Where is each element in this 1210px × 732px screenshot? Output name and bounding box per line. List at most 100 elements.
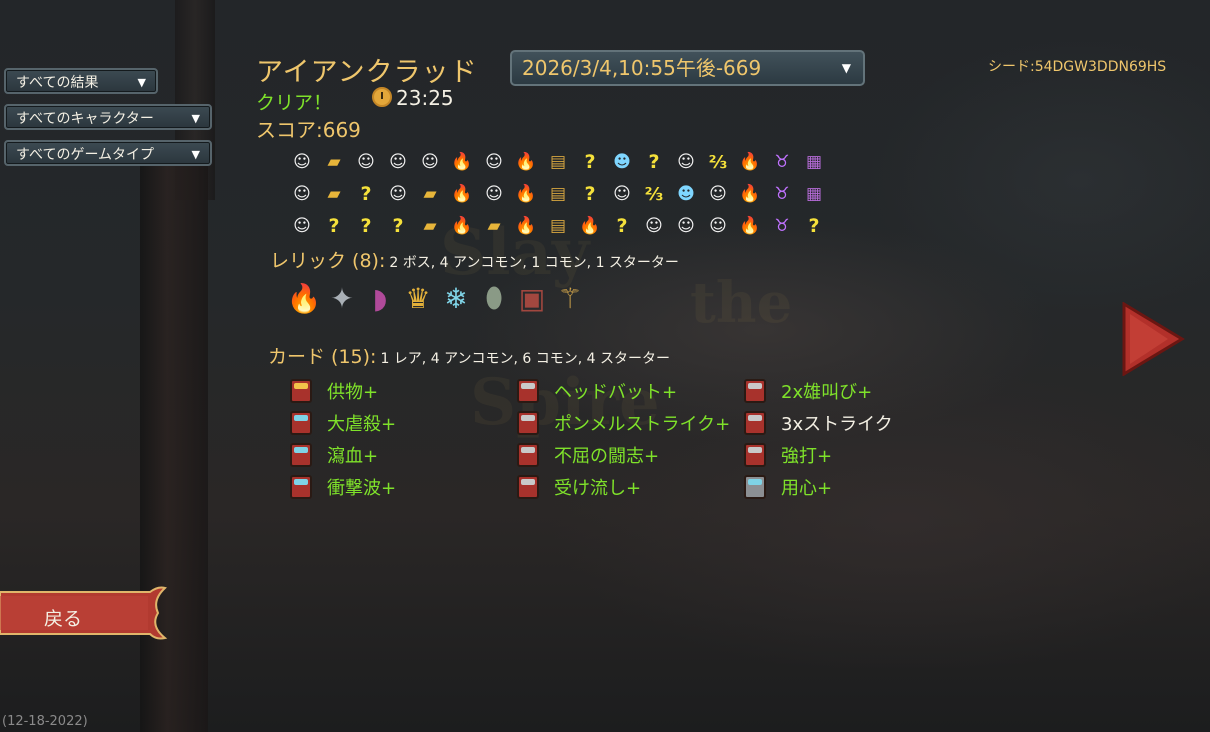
ornamental-fan-icon[interactable]: ◗	[364, 280, 396, 316]
card-entry[interactable]: 用心+	[744, 474, 832, 500]
map-node-monster-icon: ☺	[677, 152, 695, 172]
card-entry[interactable]: 大虐殺+	[290, 410, 396, 436]
card-icon	[290, 475, 312, 499]
map-node-boss-icon: ♉	[774, 152, 790, 172]
card-name: 大虐殺+	[327, 414, 397, 435]
card-icon	[517, 443, 539, 467]
egg-icon[interactable]: ⬮	[478, 280, 510, 316]
run-result: クリア！	[256, 92, 333, 114]
card-entry[interactable]: 強打+	[744, 442, 832, 468]
back-button-banner-icon	[0, 586, 168, 640]
card-name: ヘッドバット+	[554, 382, 678, 403]
cards-summary: 1 レア, 4 アンコモン, 6 コモン, 4 スターター	[380, 351, 671, 367]
map-node-question-icon: ?	[648, 151, 660, 173]
runic-cube-icon[interactable]: ▣	[516, 280, 548, 316]
map-node-monster-icon: ☺	[293, 184, 311, 204]
card-icon	[744, 411, 766, 435]
card-name: 衝撃波+	[327, 478, 397, 499]
chevron-down-icon: ▼	[191, 112, 200, 125]
card-icon	[744, 379, 766, 403]
card-name: 不屈の闘志+	[554, 446, 660, 467]
card-name: 受け流し+	[554, 478, 642, 499]
card-icon	[290, 379, 312, 403]
map-node-monster-icon: ☺	[677, 216, 695, 236]
card-entry[interactable]: 衝撃波+	[290, 474, 396, 500]
map-node-rest-icon: 🔥	[451, 184, 473, 204]
map-node-shop-icon: ▰	[487, 216, 501, 236]
map-node-bosschest-icon: ▦	[805, 184, 823, 204]
card-name: 用心+	[781, 478, 833, 499]
map-node-shop-icon: ▰	[423, 184, 437, 204]
shuriken-icon[interactable]: ✦	[326, 280, 358, 316]
run-select-dropdown[interactable]: 2026/3/4,10:55午後-669 ▼	[510, 50, 865, 86]
card-icon	[290, 443, 312, 467]
card-icon	[744, 475, 766, 499]
next-arrow-button[interactable]	[1120, 301, 1186, 380]
card-name: ポンメルストライク+	[554, 414, 731, 435]
filter-character-dropdown[interactable]: すべてのキャラクター ▼	[4, 104, 212, 130]
vajra-icon[interactable]: ⚚	[554, 280, 586, 316]
filter-result-dropdown[interactable]: すべての結果 ▼	[4, 68, 158, 94]
filter-gametype-label: すべてのゲームタイプ	[16, 147, 155, 163]
card-entry[interactable]: 供物+	[290, 378, 378, 404]
map-node-rest-icon: 🔥	[451, 152, 473, 172]
map-node-special-icon: ⅔	[708, 151, 728, 173]
crystal-icon[interactable]: ❄	[440, 280, 472, 316]
crown-icon[interactable]: ♛	[402, 280, 434, 316]
map-node-shop-icon: ▰	[327, 152, 341, 172]
run-select-value: 2026/3/4,10:55午後-669	[522, 56, 762, 80]
map-node-bosschest-icon: ▦	[805, 152, 823, 172]
card-name: 供物+	[327, 382, 379, 403]
card-icon	[517, 475, 539, 499]
map-node-treasure-icon: ▤	[549, 184, 567, 204]
card-icon	[517, 379, 539, 403]
burning-blood-icon[interactable]: 🔥	[287, 280, 322, 316]
map-node-boss-icon: ♉	[774, 216, 790, 236]
map-node-monster-icon: ☺	[613, 184, 631, 204]
map-node-question-icon: ?	[360, 215, 372, 237]
card-icon	[517, 411, 539, 435]
map-node-rest-icon: 🔥	[739, 184, 761, 204]
card-entry[interactable]: 2x雄叫び+	[744, 378, 872, 404]
map-node-rest-icon: 🔥	[515, 216, 537, 236]
back-button-label: 戻る	[44, 608, 83, 630]
map-node-treasure-icon: ▤	[549, 152, 567, 172]
card-icon	[290, 411, 312, 435]
map-node-monster-icon: ☺	[645, 216, 663, 236]
character-name: アイアンクラッド	[256, 57, 478, 88]
card-entry[interactable]: ヘッドバット+	[517, 378, 677, 404]
map-node-question-icon: ?	[808, 215, 820, 237]
relics-heading: レリック (8): 2 ボス, 4 アンコモン, 1 コモン, 1 スターター	[270, 246, 679, 273]
map-node-monster-icon: ☺	[709, 184, 727, 204]
card-entry[interactable]: ポンメルストライク+	[517, 410, 730, 436]
map-node-monster-icon: ☺	[293, 152, 311, 172]
map-node-elite-icon: ☻	[613, 152, 631, 172]
chevron-down-icon: ▼	[841, 61, 851, 75]
map-node-elite-icon: ☻	[677, 184, 695, 204]
map-node-question-icon: ?	[360, 183, 372, 205]
cards-heading-label: カード (15):	[268, 346, 377, 368]
map-node-monster-icon: ☺	[709, 216, 727, 236]
chevron-down-icon: ▼	[137, 76, 146, 89]
filter-gametype-dropdown[interactable]: すべてのゲームタイプ ▼	[4, 140, 212, 166]
map-node-special-icon: ⅔	[644, 183, 664, 205]
card-name: 強打+	[781, 446, 833, 467]
map-node-rest-icon: 🔥	[451, 216, 473, 236]
card-entry[interactable]: 瀉血+	[290, 442, 378, 468]
map-node-monster-icon: ☺	[485, 184, 503, 204]
map-node-question-icon: ?	[584, 183, 596, 205]
filter-character-label: すべてのキャラクター	[16, 111, 154, 127]
filter-result-label: すべての結果	[16, 75, 99, 91]
run-time-value: 23:25	[396, 86, 454, 110]
map-node-treasure-icon: ▤	[549, 216, 567, 236]
stopwatch-icon	[372, 87, 392, 107]
run-score: スコア:669	[256, 118, 361, 142]
back-button[interactable]: 戻る	[0, 586, 170, 640]
card-entry[interactable]: 不屈の闘志+	[517, 442, 659, 468]
card-name: 3xストライク	[781, 414, 893, 435]
card-name: 瀉血+	[327, 446, 379, 467]
card-entry[interactable]: 3xストライク	[744, 410, 893, 436]
background-logo-2: the	[690, 270, 793, 336]
card-entry[interactable]: 受け流し+	[517, 474, 641, 500]
map-node-monster-icon: ☺	[389, 152, 407, 172]
